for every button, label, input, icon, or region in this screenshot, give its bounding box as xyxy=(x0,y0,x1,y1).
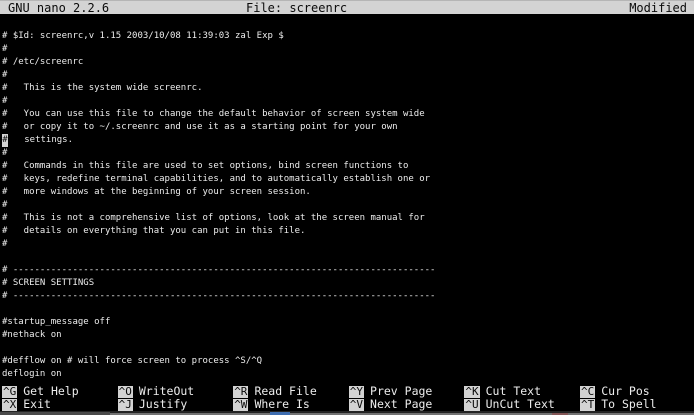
shortcut-label: Exit xyxy=(23,398,51,411)
shortcut-key: ^U xyxy=(464,399,479,411)
shortcut-key: ^O xyxy=(118,386,133,398)
desktop-edge-sliver xyxy=(0,411,694,415)
file-title: File: screenrc xyxy=(246,1,347,15)
shortcut-key: ^G xyxy=(2,386,17,398)
editor-line: # /etc/screenrc xyxy=(2,56,694,69)
editor-line xyxy=(2,251,694,264)
editor-line: #defflow on # will force screen to proce… xyxy=(2,355,694,368)
shortcut-label: Get Help xyxy=(23,385,78,398)
shortcut-label: Prev Page xyxy=(370,385,432,398)
shortcut-row: ^X Exit ^J Justify ^W Where Is ^V Next Page ^U Un… xyxy=(0,398,694,411)
shortcut-exit: ^X Exit xyxy=(0,398,116,411)
shortcut-key: ^X xyxy=(2,399,17,411)
editor-area[interactable]: # $Id: screenrc,v 1.15 2003/10/08 11:39:… xyxy=(0,14,694,385)
terminal-window[interactable]: GNU nano 2.2.6 File: screenrc Modified #… xyxy=(0,0,694,415)
editor-line: # $Id: screenrc,v 1.15 2003/10/08 11:39:… xyxy=(2,30,694,43)
editor-line: # xyxy=(2,147,694,160)
shortcut-label: Cur Pos xyxy=(601,385,649,398)
editor-line: # xyxy=(2,69,694,82)
editor-line xyxy=(2,303,694,316)
shortcut-label: Cut Text xyxy=(486,385,541,398)
shortcut-key: ^V xyxy=(349,399,364,411)
shortcut-justify: ^J Justify xyxy=(116,398,232,411)
shortcut-next-page: ^V Next Page xyxy=(347,398,463,411)
shortcut-key: ^J xyxy=(118,399,133,411)
editor-line: # details on everything that you can put… xyxy=(2,225,694,238)
shortcut-label: To Spell xyxy=(601,398,656,411)
shortcut-bar: ^G Get Help ^O WriteOut ^R Read File ^Y Prev Pa… xyxy=(0,385,694,411)
editor-line: #nethack on xyxy=(2,329,694,342)
editor-line: # This is the system wide screenrc. xyxy=(2,82,694,95)
editor-line xyxy=(2,342,694,355)
editor-line: deflogin on xyxy=(2,368,694,381)
shortcut-label: UnCut Text xyxy=(486,398,555,411)
shortcut-key: ^K xyxy=(464,386,479,398)
editor-line: # You can use this file to change the de… xyxy=(2,108,694,121)
shortcut-label: Read File xyxy=(254,385,316,398)
editor-line: #startup_message off xyxy=(2,316,694,329)
editor-line: # SCREEN SETTINGS xyxy=(2,277,694,290)
editor-line: # xyxy=(2,95,694,108)
nano-version: GNU nano 2.2.6 xyxy=(8,1,109,15)
shortcut-key: ^C xyxy=(580,386,595,398)
shortcut-prev-page: ^Y Prev Page xyxy=(347,385,463,398)
editor-line: # xyxy=(2,238,694,251)
cursor-block: # xyxy=(2,134,8,147)
editor-line: # xyxy=(2,43,694,56)
shortcut-cur-pos: ^C Cur Pos xyxy=(578,385,694,398)
shortcut-read-file: ^R Read File xyxy=(231,385,347,398)
editor-line: # This is not a comprehensive list of op… xyxy=(2,212,694,225)
editor-line: # or copy it to ~/.screenrc and use it a… xyxy=(2,121,694,134)
shortcut-where-is: ^W Where Is xyxy=(231,398,347,411)
shortcut-key: ^R xyxy=(233,386,248,398)
shortcut-cut-text: ^K Cut Text xyxy=(462,385,578,398)
editor-line: # xyxy=(2,199,694,212)
shortcut-row: ^G Get Help ^O WriteOut ^R Read File ^Y Prev Pa… xyxy=(0,385,694,398)
shortcut-label: Where Is xyxy=(254,398,309,411)
shortcut-label: Next Page xyxy=(370,398,432,411)
shortcut-label: WriteOut xyxy=(139,385,194,398)
shortcut-get-help: ^G Get Help xyxy=(0,385,116,398)
shortcut-to-spell: ^T To Spell xyxy=(578,398,694,411)
editor-line: # keys, redefine terminal capabilities, … xyxy=(2,173,694,186)
shortcut-writeout: ^O WriteOut xyxy=(116,385,232,398)
editor-line: # more windows at the beginning of your … xyxy=(2,186,694,199)
editor-line: # Commands in this file are used to set … xyxy=(2,160,694,173)
shortcut-key: ^W xyxy=(233,399,248,411)
editor-line: # --------------------------------------… xyxy=(2,264,694,277)
nano-titlebar: GNU nano 2.2.6 File: screenrc Modified xyxy=(0,0,694,14)
shortcut-key: ^Y xyxy=(349,386,364,398)
editor-line: # settings. xyxy=(2,134,694,147)
shortcut-uncut-text: ^U UnCut Text xyxy=(462,398,578,411)
shortcut-label: Justify xyxy=(139,398,187,411)
shortcut-key: ^T xyxy=(580,399,595,411)
editor-line: # --------------------------------------… xyxy=(2,290,694,303)
modified-status: Modified xyxy=(629,1,687,15)
